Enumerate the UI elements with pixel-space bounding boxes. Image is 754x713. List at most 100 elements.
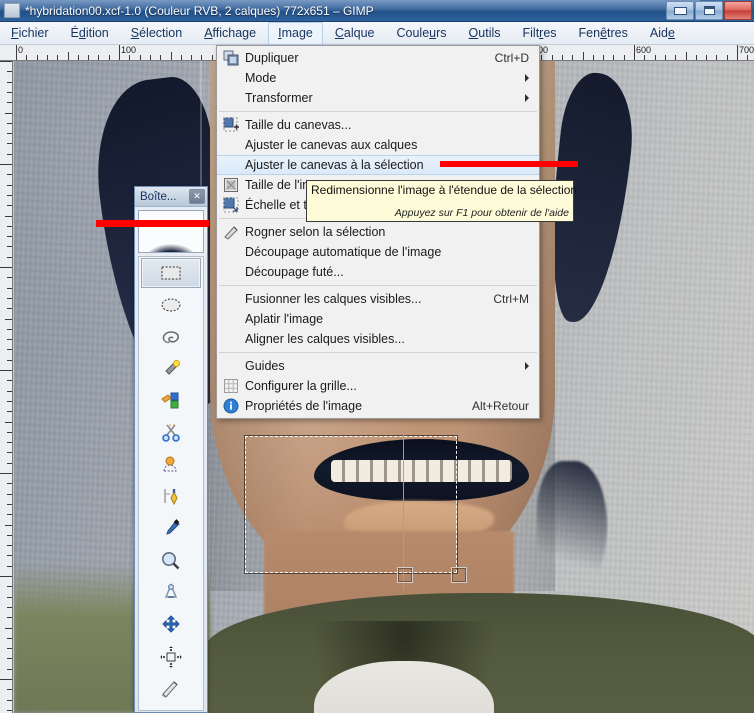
ruler-tick [7,400,12,402]
menu-item-ajuster-le-canevas-aux-calques[interactable]: Ajuster le canevas aux calques [217,135,539,155]
menu-edition[interactable]: Édition [61,22,119,45]
ruler-tick [7,699,12,701]
selection-handle-left[interactable] [397,567,413,583]
ruler-tick [0,267,12,268]
menu-item-label: Ajuster le canevas aux calques [245,138,418,152]
rect-select-tool[interactable] [141,258,201,288]
image-menu-popup[interactable]: Dupliquer Ctrl+D Mode Transformer Taille du … [216,45,540,419]
menu-image[interactable]: Image [268,21,323,45]
ruler-tick [7,596,12,598]
maximize-button[interactable] [695,1,723,20]
free-select-tool[interactable] [139,321,203,353]
menu-item-découpage-futé[interactable]: Découpage futé... [217,262,539,282]
ruler-tick [16,45,17,60]
paths-tool[interactable] [139,481,203,513]
window-controls [666,1,752,20]
minimize-button[interactable] [666,1,694,20]
menu-affichage[interactable]: Affichage [194,22,266,45]
ruler-tick [7,380,12,382]
ruler-tick [7,339,12,341]
menu-tooltip: Redimensionne l'image à l'étendue de la … [306,180,577,222]
menu-calque[interactable]: Calque [325,22,385,45]
ruler-tick [7,287,12,289]
crop-tool[interactable] [139,673,203,705]
menu-filtres[interactable]: Filtres [513,22,567,45]
menu-selection[interactable]: Sélection [121,22,192,45]
ruler-tick [98,55,100,60]
ruler-tick [0,473,12,474]
menu-item-taille-du-canevas[interactable]: Taille du canevas... [217,115,539,135]
ruler-tick [7,349,12,351]
menu-item-guides[interactable]: Guides [217,356,539,376]
menu-fenetres[interactable]: Fenêtres [569,22,638,45]
rotate-tool[interactable] [139,705,203,710]
alignment-icon [160,646,182,668]
toolbox-titlebar[interactable]: Boîte... ✕ [135,187,207,207]
ruler-tick [0,61,12,62]
selection-handle-right[interactable] [451,567,467,583]
ruler-tick [716,55,718,60]
ruler-tick [7,545,12,547]
duplicate-icon [217,50,245,66]
ruler-tick [5,318,12,320]
foreground-select-tool[interactable] [139,449,203,481]
close-button[interactable] [724,1,752,20]
gimp-window: *hybridation00.xcf-1.0 (Couleur RVB, 2 c… [0,0,754,713]
zoom-tool[interactable] [139,545,203,577]
ruler-tick [211,55,213,60]
ellipse-select-icon [161,298,181,312]
menu-item-rogner-selon-la-sélection[interactable]: Rogner selon la sélection [217,222,539,242]
menu-item-aligner-les-calques-visibles[interactable]: Aligner les calques visibles... [217,329,539,349]
menu-item-transformer[interactable]: Transformer [217,88,539,108]
move-icon [162,615,180,633]
ruler-tick [7,81,12,83]
ruler-tick [7,452,12,454]
ellipse-select-tool[interactable] [139,289,203,321]
ruler-tick [644,55,646,60]
submenu-arrow-icon [525,74,529,82]
menu-fichier[interactable]: FFichierichier [1,22,59,45]
scissors-select-tool[interactable] [139,417,203,449]
toolbox-window[interactable]: Boîte... ✕ [134,186,208,713]
ruler-tick [7,102,12,104]
rect-select-icon [161,266,181,280]
menu-aide[interactable]: Aide [640,22,685,45]
menu-separator [219,111,537,112]
grid-icon [217,378,245,394]
menu-item-aplatir-limage[interactable]: Aplatir l'image [217,309,539,329]
menu-item-propriétés-de-limage[interactable]: Propriétés de l'image Alt+Retour [217,396,539,416]
fuzzy-select-tool[interactable] [139,353,203,385]
menu-item-fusionner-les-calques-visibles[interactable]: Fusionner les calques visibles... Ctrl+M [217,289,539,309]
menu-couleurs[interactable]: Couleurs [386,22,456,45]
move-tool[interactable] [139,609,203,641]
ruler-tick [57,55,59,60]
ruler-tick [7,431,12,433]
ruler-tick [7,586,12,588]
ruler-tick [623,55,625,60]
menu-item-dupliquer[interactable]: Dupliquer Ctrl+D [217,48,539,68]
ruler-label: 600 [636,45,652,55]
menu-item-shortcut: Alt+Retour [471,399,529,413]
menu-item-mode[interactable]: Mode [217,68,539,88]
ruler-tick [77,55,79,60]
scale-image-icon [217,197,245,213]
color-picker-tool[interactable] [139,513,203,545]
menu-item-label: Rogner selon la sélection [245,225,386,239]
menu-item-label: Propriétés de l'image [245,399,363,413]
menu-item-configurer-la-grille[interactable]: Configurer la grille... [217,376,539,396]
ruler-tick [7,709,12,711]
menu-item-découpage-automatique-de-limage[interactable]: Découpage automatique de l'image [217,242,539,262]
paths-icon [164,489,178,506]
ruler-tick [7,71,12,73]
measure-tool[interactable] [139,577,203,609]
ruler-label: 0 [18,45,24,55]
vertical-ruler[interactable] [0,61,13,713]
alignment-tool[interactable] [139,641,203,673]
toolbox-close-button[interactable]: ✕ [189,189,205,204]
ruler-tick [664,55,666,60]
ruler-tick [582,52,584,60]
select-by-color-tool[interactable] [139,385,203,417]
ruler-tick [129,55,131,60]
ruler-tick [7,174,12,176]
menu-outils[interactable]: Outils [459,22,511,45]
